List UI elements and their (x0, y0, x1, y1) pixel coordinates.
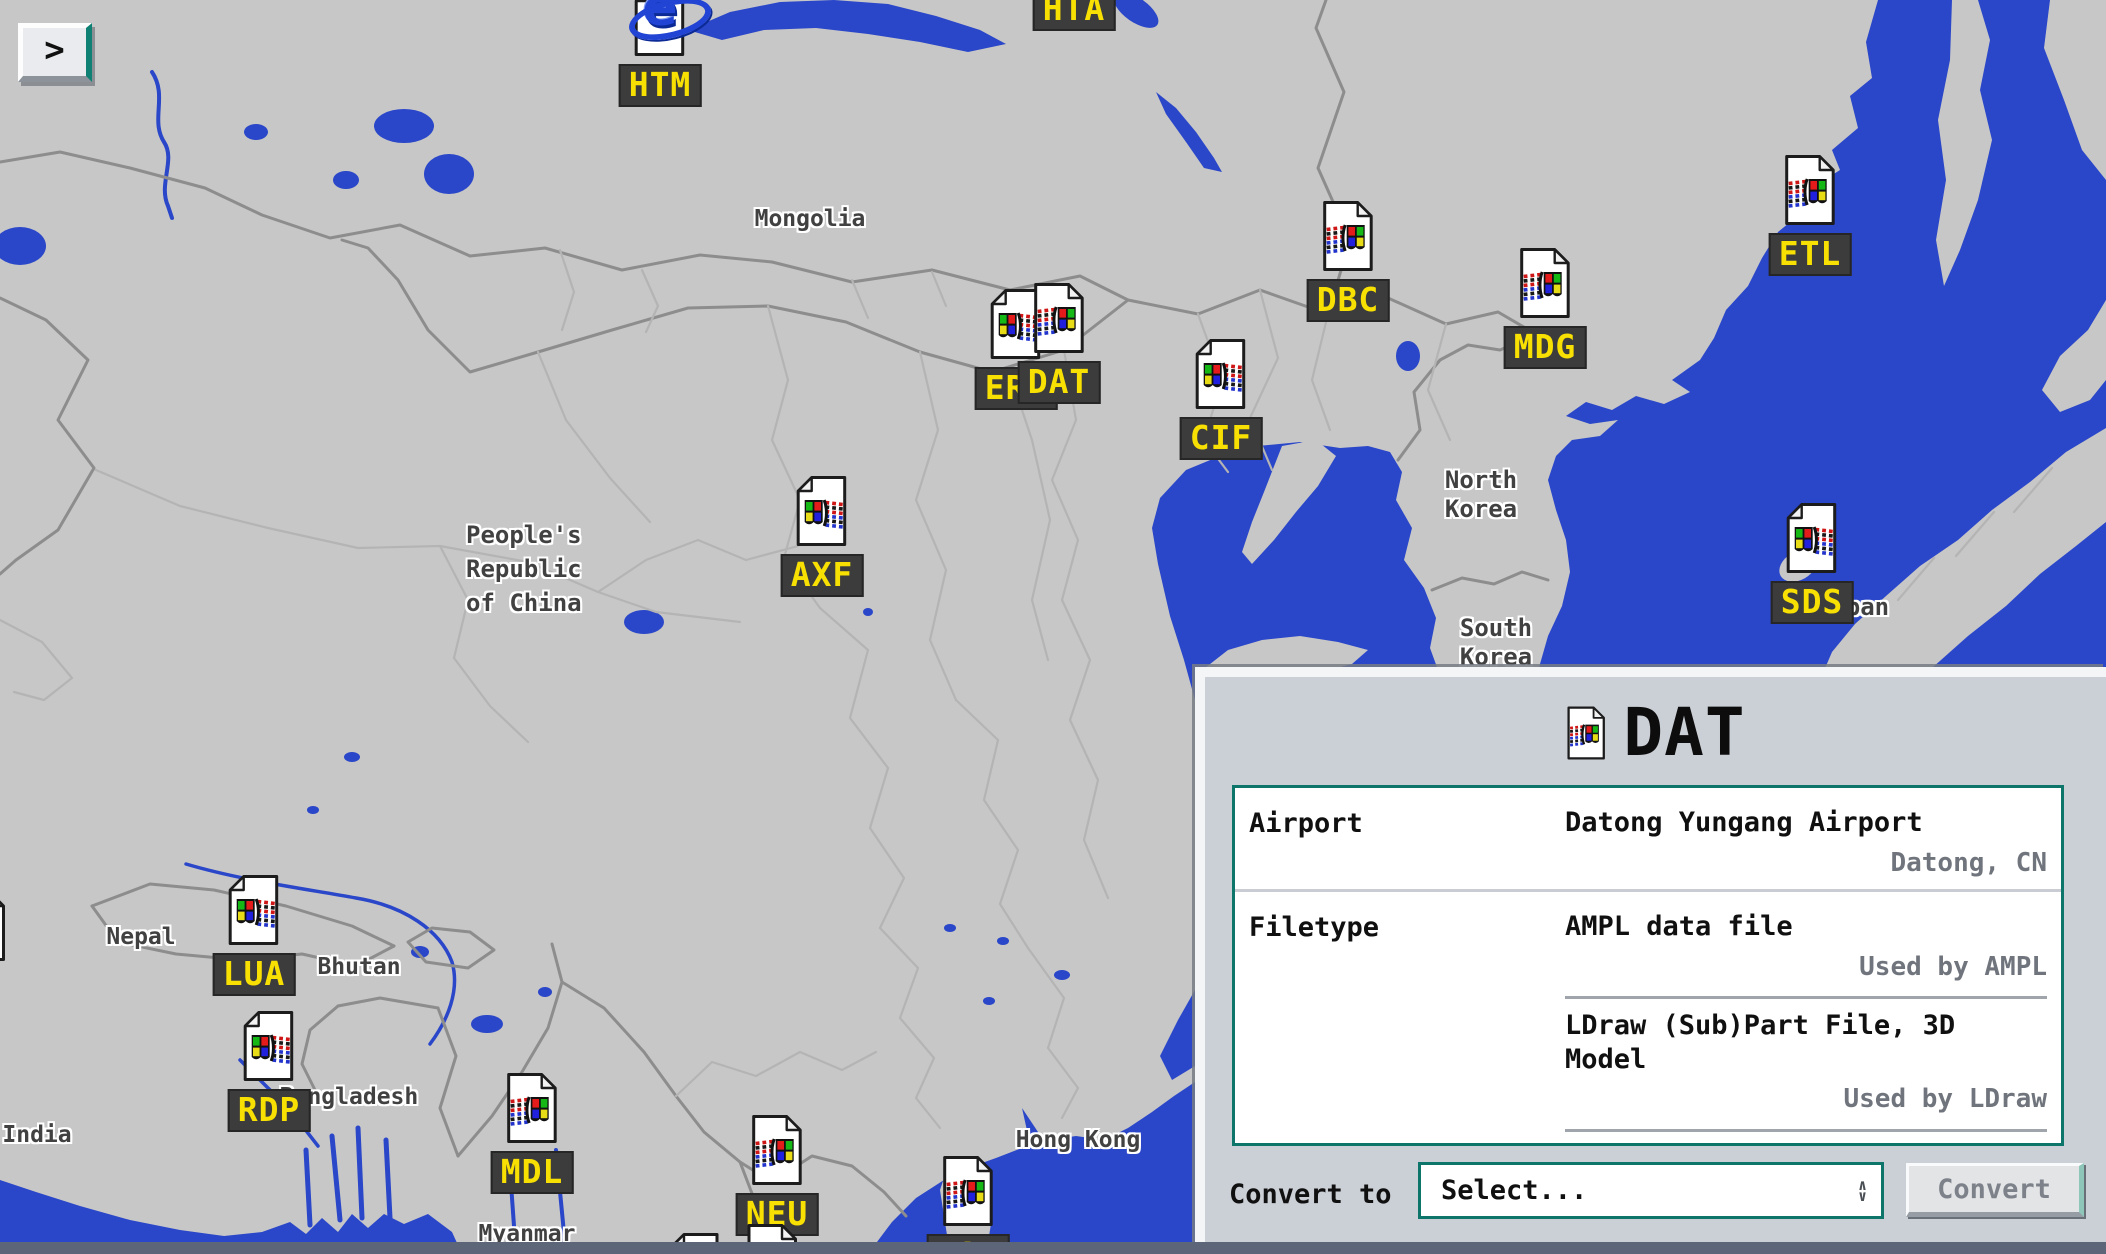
bottom-bar (0, 1242, 2106, 1254)
airport-row: Airport Datong Yungang Airport Datong, C… (1235, 788, 2061, 889)
filetype-entry: LDraw (Sub)Part File, 3D Model Used by LD… (1565, 1009, 2047, 1116)
windows-file-icon (750, 1113, 804, 1187)
file-marker-MDG[interactable]: MDG (1504, 246, 1587, 369)
file-details-table: Airport Datong Yungang Airport Datong, C… (1232, 785, 2064, 1146)
filetype-divider (1565, 996, 2047, 999)
marker-label: MDL (491, 1151, 574, 1194)
file-detail-panel: DAT Airport Datong Yungang Airport Daton… (1195, 667, 2106, 1254)
file-marker-AXF[interactable]: AXF (781, 474, 864, 597)
panel-title-text: DAT (1623, 700, 1745, 766)
file-marker-HTM[interactable]: e HTM (619, 0, 702, 107)
marker-label: SDS (1771, 581, 1854, 624)
sidebar-toggle-button[interactable]: > (18, 23, 92, 82)
filetype-list: AMPL data file Used by AMPL LDraw (Sub)Par… (1565, 892, 2061, 1146)
windows-file-icon (1565, 705, 1607, 761)
windows-file-icon (1518, 246, 1572, 320)
marker-label: HTM (619, 64, 702, 107)
windows-file-icon (1783, 153, 1837, 227)
select-chevrons-icon: ∧∨ (1858, 1180, 1867, 1202)
file-marker-CIF[interactable]: CIF (1180, 337, 1263, 460)
file-marker-BAR[interactable]: BAR (927, 1154, 1010, 1254)
airport-name: Datong Yungang Airport (1565, 806, 2047, 840)
panel-title: DAT (1205, 700, 2106, 766)
chevron-right-icon: > (44, 30, 64, 70)
windows-file-icon (795, 474, 849, 548)
select-value: Select... (1441, 1175, 1587, 1206)
windows-file-icon (1194, 337, 1248, 411)
filetype-divider (1565, 1129, 2047, 1132)
windows-file-icon (1785, 501, 1839, 575)
marker-label: HTA (1033, 0, 1116, 31)
file-marker-NEU[interactable]: NEU (736, 1113, 819, 1236)
marker-label: DBC (1307, 279, 1390, 322)
convert-button[interactable]: Convert (1906, 1163, 2084, 1217)
convert-row: Convert to Select... ∧∨ Convert (1205, 1155, 2106, 1230)
windows-file-icon (242, 1009, 296, 1083)
file-marker-SDS[interactable]: SDS (1771, 501, 1854, 624)
filetype-entry: Data (1565, 1142, 2047, 1146)
windows-file-icon (227, 873, 281, 947)
windows-file-icon (1321, 199, 1375, 273)
html-file-icon: e (633, 0, 687, 58)
filetype-row-label: Filetype (1235, 892, 1565, 1146)
marker-label: RDP (228, 1089, 311, 1132)
file-marker-ETL[interactable]: ETL (1769, 153, 1852, 276)
marker-label: MDG (1504, 326, 1587, 369)
marker-label: LUA (213, 953, 296, 996)
marker-label: CIF (1180, 417, 1263, 460)
windows-file-icon (0, 889, 7, 963)
file-marker-MDL[interactable]: MDL (491, 1071, 574, 1194)
file-marker-DBC[interactable]: DBC (1307, 199, 1390, 322)
filetype-row: Filetype AMPL data file Used by AMPL LDraw… (1235, 892, 2061, 1146)
filetype-name: Data (1565, 1142, 2047, 1146)
filetype-entry: AMPL data file Used by AMPL (1565, 910, 2047, 983)
marker-label: AXF (781, 554, 864, 597)
windows-file-icon (941, 1154, 995, 1228)
marker-label: DAT (1018, 361, 1101, 404)
convert-target-select[interactable]: Select... ∧∨ (1418, 1162, 1884, 1219)
internet-explorer-icon: e (642, 0, 677, 34)
filetype-name: LDraw (Sub)Part File, 3D Model (1565, 1009, 2047, 1077)
marker-label: ETL (1769, 233, 1852, 276)
convert-to-label: Convert to (1229, 1179, 1392, 1210)
airport-row-label: Airport (1235, 788, 1565, 889)
filetype-used-by: Used by LDraw (1565, 1084, 2047, 1115)
file-flight-game: MongoliaPeople'sRepublicof ChinaNorthKor… (0, 0, 2106, 1254)
windows-file-icon (1032, 281, 1086, 355)
file-marker-clipped[interactable] (0, 889, 7, 963)
windows-file-icon (505, 1071, 559, 1145)
filetype-name: AMPL data file (1565, 910, 2047, 944)
file-marker-RDP[interactable]: RDP (228, 1009, 311, 1132)
filetype-used-by: Used by AMPL (1565, 952, 2047, 983)
file-marker-HTA[interactable]: HTA (1033, 0, 1116, 31)
airport-location: Datong, CN (1565, 848, 2047, 879)
file-marker-DAT[interactable]: DAT (1018, 281, 1101, 404)
file-marker-LUA[interactable]: LUA (213, 873, 296, 996)
